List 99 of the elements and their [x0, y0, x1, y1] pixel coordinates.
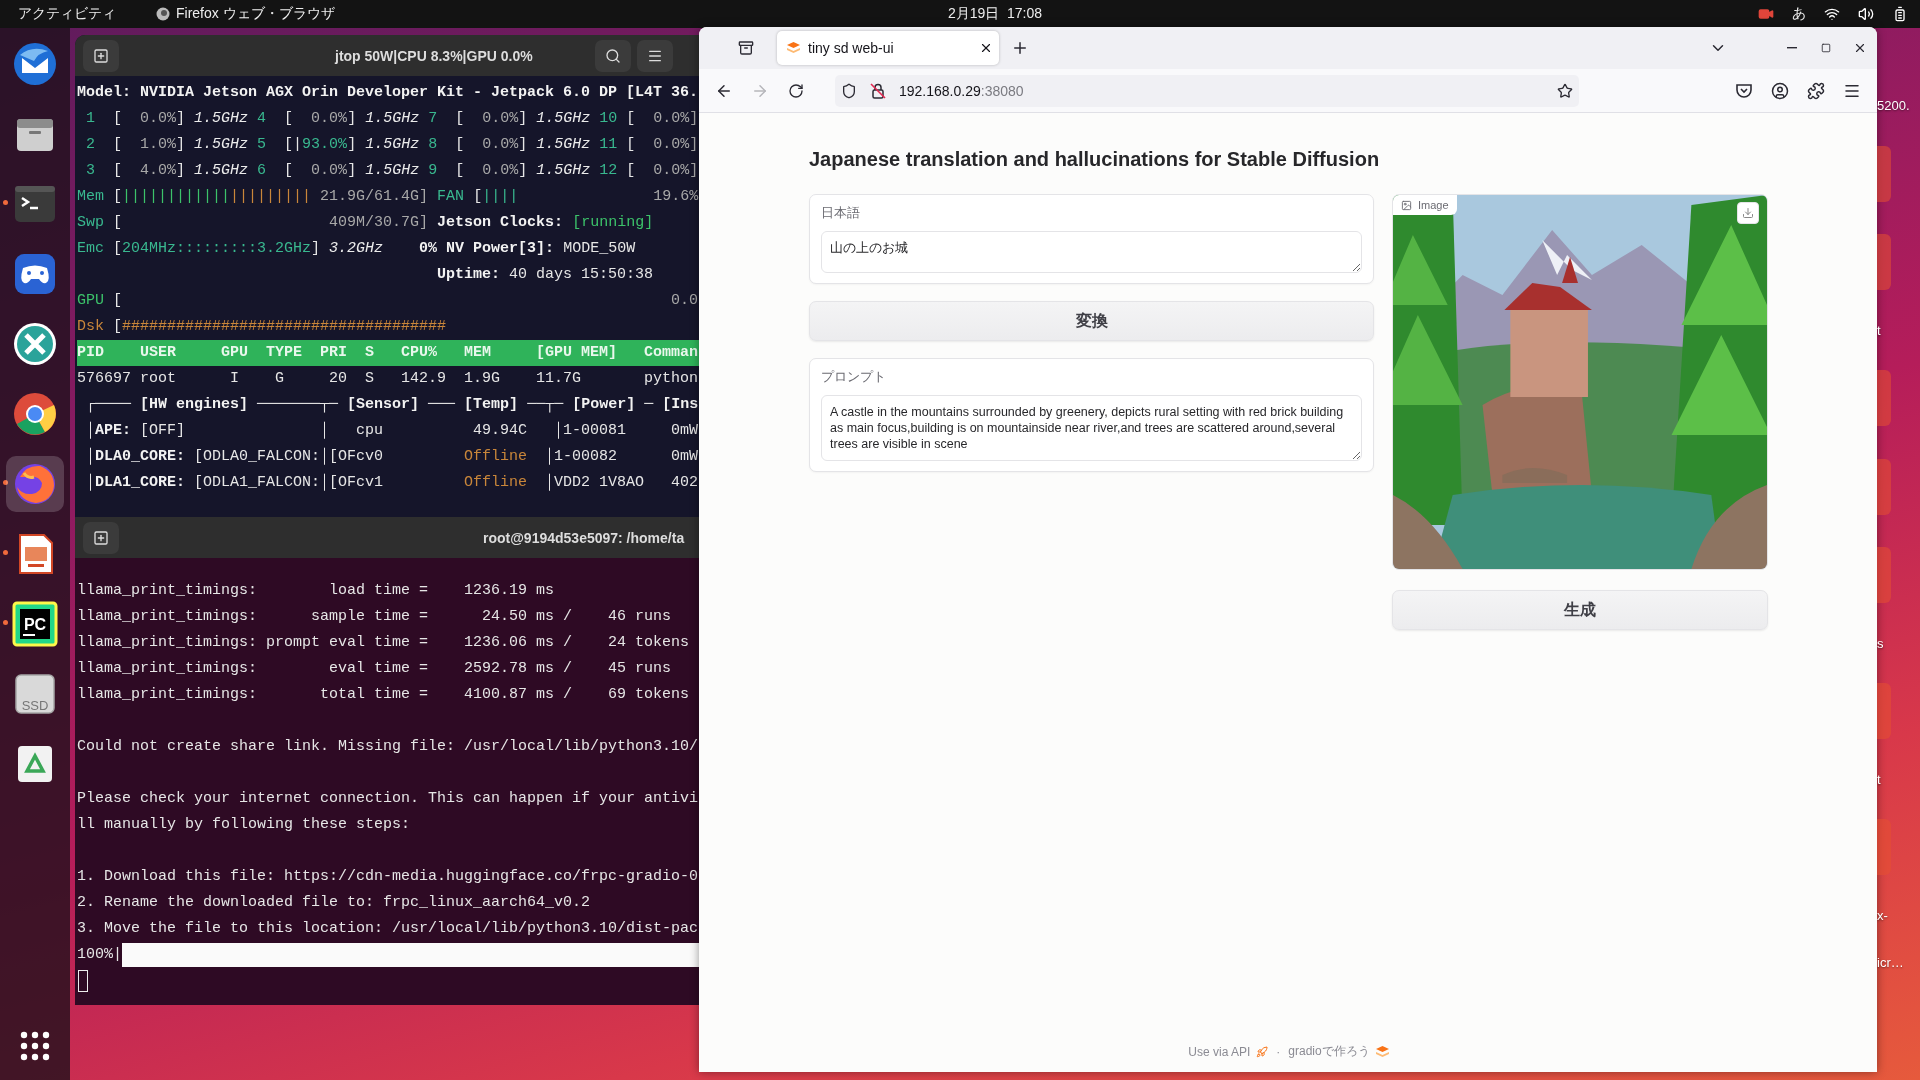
- clock[interactable]: 2月19日 17:08: [877, 5, 1043, 23]
- search-button[interactable]: [594, 39, 631, 72]
- terminal-line: │DLA1_CORE: [ODLA1_FALCON:│[OFcv1 Offline │VDD2 1V8AO 402: [85, 472, 699, 493]
- gradio-link[interactable]: gradioで作ろう: [1288, 1043, 1389, 1060]
- terminal-line: Mem [||||||||||||||||||||| 21.9G/61.4G] FAN [|||| 19.6%: [77, 187, 699, 207]
- search-icon: [604, 47, 621, 64]
- page-title: Japanese translation and hallucinations for Stable Diffusion: [809, 147, 1381, 172]
- terminal-line: llama_print_timings: prompt eval time = 1236.06 ms / 24 tokens: [77, 633, 691, 653]
- desktop-icon-label: s: [1877, 635, 1885, 651]
- terminal-line: 2. Rename the downloaded file to: frpc_linux_aarch64_v0.2: [77, 893, 592, 913]
- terminal-line: 1. Download this file: https://cdn-media.huggingface.co/frpc-gradio-0: [77, 867, 699, 887]
- field-label: プロンプト: [821, 368, 887, 385]
- puzzle-icon: [1807, 81, 1825, 100]
- plus-icon: [1011, 39, 1029, 57]
- browser-tab[interactable]: tiny sd web-ui: [777, 31, 999, 65]
- terminal-line: Please check your internet connection. This can happen if your antivi: [77, 789, 699, 809]
- new-tab-button[interactable]: [83, 521, 119, 554]
- plus-square-icon: [93, 529, 109, 546]
- terminal-line: llama_print_timings: load time = 1236.19 ms: [77, 581, 556, 601]
- convert-button[interactable]: 変換: [809, 301, 1374, 341]
- terminal-line: ┌──── [HW engines] ───────┬─ [Sensor] ─── [Temp] ──┬─ [Power] ─ [Ins: [85, 395, 699, 415]
- terminal-line: 2 [ 1.0%] 1.5GHz 5 [|93.0%] 1.5GHz 8 [ 0.0%] 1.5GHz 11 [ 0.0%]: [85, 135, 699, 155]
- desktop-icon: [1877, 145, 1891, 202]
- volume-icon[interactable]: [1858, 6, 1874, 22]
- browser-icon: [12, 391, 58, 437]
- terminal-line: Emc [204MHz:::::::::3.2GHz] 3.2GHz 0% NV Power[3]: MODE_50W: [77, 239, 637, 259]
- window-title: jtop 50W|CPU 8.3%|GPU 0.0%: [335, 47, 533, 64]
- close-icon: [1853, 41, 1867, 55]
- plus-square-icon: [93, 47, 109, 64]
- progress-text: 100%|: [77, 945, 122, 965]
- text-field[interactable]: A castle in the mountains surrounded by greenery, depicts rural setting with red brick building as main focus,building is on mountainside near river,and trees are scattered around,several trees are visible in scene: [821, 395, 1362, 461]
- desktop-icon-label: 5200.: [1877, 98, 1911, 113]
- reload-icon: [788, 82, 804, 99]
- terminal-line: 3 [ 4.0%] 1.5GHz 6 [ 0.0%] 1.5GHz 9 [ 0.0%] 1.5GHz 12 [ 0.0%]: [85, 161, 699, 181]
- x-circle-icon: [12, 321, 58, 367]
- new-tab-button[interactable]: [83, 39, 119, 72]
- menu-button[interactable]: [636, 39, 673, 72]
- rocket-icon: [1256, 1045, 1269, 1058]
- lock-slash-icon: [869, 81, 887, 100]
- terminal-line: llama_print_timings: total time = 4100.87 ms / 69 tokens: [77, 685, 691, 705]
- app-grid-icon: [19, 1030, 51, 1062]
- terminal-line: Model: NVIDIA Jetson AGX Orin Developer Kit - Jetpack 6.0 DP [L4T 36.: [77, 83, 699, 103]
- desktop-icon-label: x-: [1877, 907, 1889, 923]
- window-title: root@9194d53e5097: /home/ta: [483, 529, 685, 546]
- process-table-header: PID USER GPU TYPE PRI S CPU% MEM [GPU MEM] Comman: [77, 340, 699, 366]
- terminal-line: Uptime: 40 days 15:50:38: [436, 265, 655, 285]
- terminal-line: │APE: [OFF] │ cpu 49.94C │1-00081 0mW: [85, 420, 699, 441]
- shield-icon: [841, 82, 857, 99]
- drive-icon: [12, 671, 58, 717]
- wifi-icon[interactable]: [1824, 6, 1840, 22]
- desktop-icon-label: t: [1877, 322, 1882, 338]
- download-icon: [1742, 207, 1754, 219]
- terminal-line: 576697 root I G 20 S 142.9 1.9G 11.7G python: [77, 369, 699, 389]
- activities-button[interactable]: アクティビティ: [18, 5, 116, 23]
- terminal-line: 1 [ 0.0%] 1.5GHz 4 [ 0.0%] 1.5GHz 7 [ 0.0%] 1.5GHz 10 [ 0.0%]: [85, 109, 699, 129]
- account-icon: [1771, 81, 1789, 100]
- address-bar[interactable]: 192.168.0.29:38080: [835, 74, 1579, 107]
- archive-icon: [738, 40, 754, 56]
- desktop-icon: [1877, 234, 1891, 290]
- image-icon: [1401, 199, 1412, 211]
- camera-icon[interactable]: [1758, 6, 1774, 22]
- minimize-icon: [1787, 47, 1797, 49]
- terminal-line: llama_print_timings: sample time = 24.50 ms / 46 runs: [77, 607, 673, 627]
- pocket-icon: [1735, 81, 1753, 100]
- desktop-icon: [1877, 683, 1891, 739]
- separator: ·: [1276, 1044, 1281, 1059]
- terminal-line: 3. Move the file to this location: /usr/local/lib/python3.10/dist-pac: [77, 919, 699, 939]
- app-menu[interactable]: Firefox ウェブ・ブラウザ: [156, 5, 335, 23]
- layers-logo-icon: [1375, 1045, 1389, 1058]
- field-label: 日本語: [821, 204, 861, 221]
- input-method-indicator[interactable]: あ: [1792, 5, 1806, 23]
- maximize-icon: [1821, 43, 1831, 53]
- terminal-line: Could not create share link. Missing file: /usr/local/lib/python3.10/: [77, 737, 699, 757]
- terminal-line: llama_print_timings: eval time = 2592.78 ms / 45 runs: [77, 659, 673, 679]
- image-label: Image: [1393, 195, 1457, 215]
- dock-app-button[interactable]: PC: [6, 596, 64, 652]
- star-icon[interactable]: [1557, 82, 1573, 99]
- dock-app-button[interactable]: [6, 456, 64, 512]
- terminal-line: GPU [ 0.0: [77, 291, 699, 311]
- desktop-icon: [1877, 370, 1891, 426]
- generate-button[interactable]: 生成: [1392, 590, 1768, 630]
- desktop-icon-label: t: [1877, 771, 1882, 787]
- terminal-line: Swp [ 409M/30.7G] Jetson Clocks: [running]: [77, 213, 655, 233]
- download-button[interactable]: [1737, 202, 1759, 224]
- desktop-icon: [1877, 819, 1891, 875]
- gamepad-icon: [12, 251, 58, 297]
- layers-logo-icon: [787, 42, 800, 54]
- text-cursor: [78, 970, 88, 992]
- terminal-line: │DLA0_CORE: [ODLA0_FALCON:│[OFcv0 Offline │1-00082 0mW: [85, 446, 699, 467]
- terminal-line: Dsk [####################################: [77, 317, 448, 337]
- code-editor-icon: [12, 601, 58, 647]
- desktop-icon: [1877, 458, 1891, 515]
- mail-app-icon: [12, 41, 58, 87]
- close-icon[interactable]: [979, 41, 993, 55]
- terminal-line: ll manually by following these steps:: [77, 815, 412, 835]
- desktop-icon: [1877, 547, 1891, 603]
- desktop-icon-label: icr…: [1877, 955, 1905, 970]
- battery-icon[interactable]: [1892, 6, 1908, 22]
- text-field[interactable]: 山の上のお城: [821, 231, 1362, 273]
